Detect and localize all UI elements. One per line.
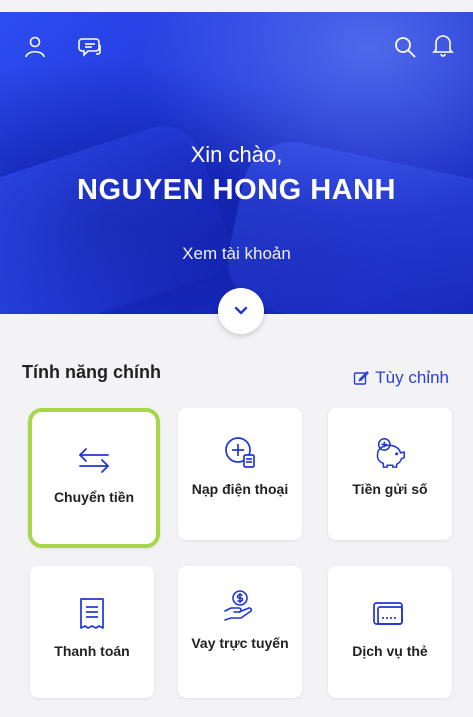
expand-account-button[interactable] bbox=[218, 288, 264, 334]
transfer-icon bbox=[76, 442, 112, 478]
chevron-down-icon bbox=[234, 306, 248, 315]
loan-icon bbox=[222, 588, 258, 624]
hero-banner: Xin chào, NGUYEN HONG HANH Xem tài khoản bbox=[0, 12, 473, 314]
user-icon[interactable] bbox=[22, 34, 48, 60]
customize-button[interactable]: Tùy chỉnh bbox=[353, 368, 449, 388]
chat-icon[interactable] bbox=[78, 34, 104, 60]
tile-label: Thanh toán bbox=[54, 643, 130, 659]
tile-label: Dịch vụ thẻ bbox=[352, 643, 428, 659]
search-icon[interactable] bbox=[392, 34, 418, 60]
tile-digital-deposit[interactable]: Tiền gửi số bbox=[328, 408, 452, 540]
tile-label: Nạp điện thoại bbox=[191, 481, 289, 497]
bell-icon[interactable] bbox=[430, 32, 456, 58]
user-name: NGUYEN HONG HANH bbox=[77, 174, 396, 206]
tile-payment[interactable]: Thanh toán bbox=[30, 566, 154, 698]
phone-topup-icon bbox=[222, 434, 258, 470]
view-account-link[interactable]: Xem tài khoản bbox=[0, 244, 473, 264]
piggy-bank-icon bbox=[372, 434, 408, 470]
tile-label: Chuyển tiền bbox=[53, 489, 135, 505]
tile-transfer[interactable]: Chuyển tiền bbox=[28, 408, 160, 548]
tile-label: Tiền gửi số bbox=[352, 481, 428, 497]
tile-card-services[interactable]: Dịch vụ thẻ bbox=[328, 566, 452, 698]
greeting-text: Xin chào, bbox=[190, 142, 283, 167]
bill-icon bbox=[74, 596, 110, 632]
card-icon bbox=[372, 596, 408, 632]
section-title: Tính năng chính bbox=[22, 362, 161, 382]
tile-label: Vay trực tuyến bbox=[191, 635, 289, 651]
tile-phone-topup[interactable]: Nạp điện thoại bbox=[178, 408, 302, 540]
tile-online-loan[interactable]: Vay trực tuyến bbox=[178, 566, 302, 698]
customize-label: Tùy chỉnh bbox=[375, 368, 449, 387]
edit-icon bbox=[354, 371, 370, 385]
